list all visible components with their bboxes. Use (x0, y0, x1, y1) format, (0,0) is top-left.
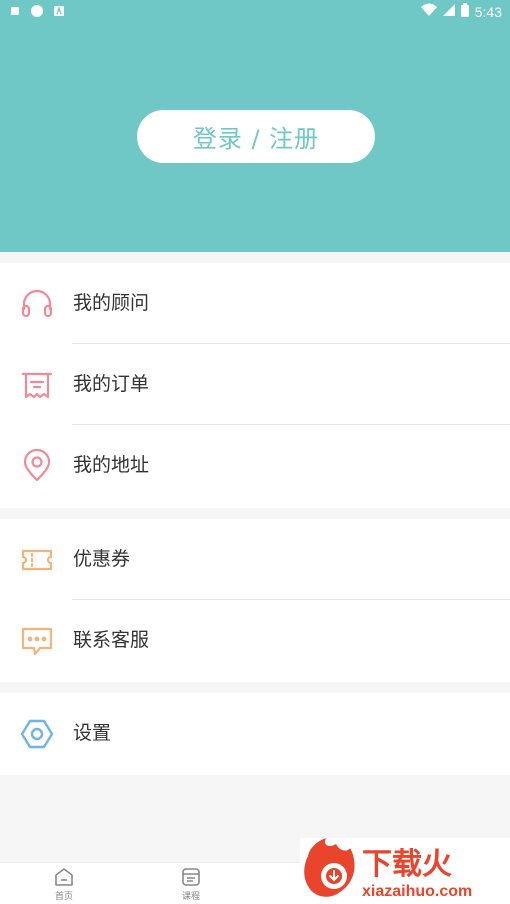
menu-item-label: 我的订单 (73, 373, 150, 395)
menu-group-settings: 设置 (0, 693, 510, 775)
watermark-title: 下载火 (362, 848, 452, 881)
menu-item-label: 我的顾问 (73, 292, 150, 314)
tab-label: 首页 (54, 892, 73, 902)
home-icon (53, 866, 75, 888)
menu-item-settings[interactable]: 设置 (0, 693, 510, 774)
a-icon (52, 4, 66, 18)
sim-icon (8, 4, 22, 18)
hexagon-settings-icon (20, 717, 54, 751)
login-register-button[interactable]: 登录 / 注册 (137, 110, 375, 163)
ticket-icon (20, 543, 54, 577)
location-pin-icon (20, 448, 54, 483)
menu-item-label: 联系客服 (73, 629, 150, 651)
wifi-icon (420, 3, 437, 21)
chat-bubble-icon (20, 624, 54, 658)
menu-item-contact-support[interactable]: 联系客服 (0, 600, 510, 681)
tab-home[interactable]: 首页 (34, 866, 94, 904)
watermark-subtitle: xiazaihuo.com (362, 883, 472, 900)
receipt-icon (20, 368, 54, 402)
menu-group-account: 我的顾问 我的订单 我的地址 (0, 263, 510, 508)
battery-icon (460, 3, 469, 21)
menu-item-my-advisor[interactable]: 我的顾问 (0, 263, 510, 344)
headphones-icon (20, 287, 54, 321)
tab-course[interactable]: 课程 (161, 866, 221, 904)
watermark-logo: 下载火 xiazaihuo.com (300, 838, 510, 904)
menu-group-service: 优惠券 联系客服 (0, 519, 510, 682)
menu-item-label: 优惠券 (73, 548, 131, 570)
cn-icon (30, 4, 44, 18)
course-icon (180, 866, 202, 888)
menu-item-label: 我的地址 (73, 454, 150, 476)
header: 5:43 登录 / 注册 (0, 0, 510, 252)
menu-item-my-orders[interactable]: 我的订单 (0, 344, 510, 425)
status-time: 5:43 (474, 4, 502, 20)
status-bar: 5:43 (0, 0, 510, 24)
menu-item-my-address[interactable]: 我的地址 (0, 425, 510, 506)
menu-item-label: 设置 (73, 722, 112, 744)
tab-label: 课程 (181, 892, 200, 902)
menu-item-coupons[interactable]: 优惠券 (0, 519, 510, 600)
signal-icon (442, 3, 455, 21)
